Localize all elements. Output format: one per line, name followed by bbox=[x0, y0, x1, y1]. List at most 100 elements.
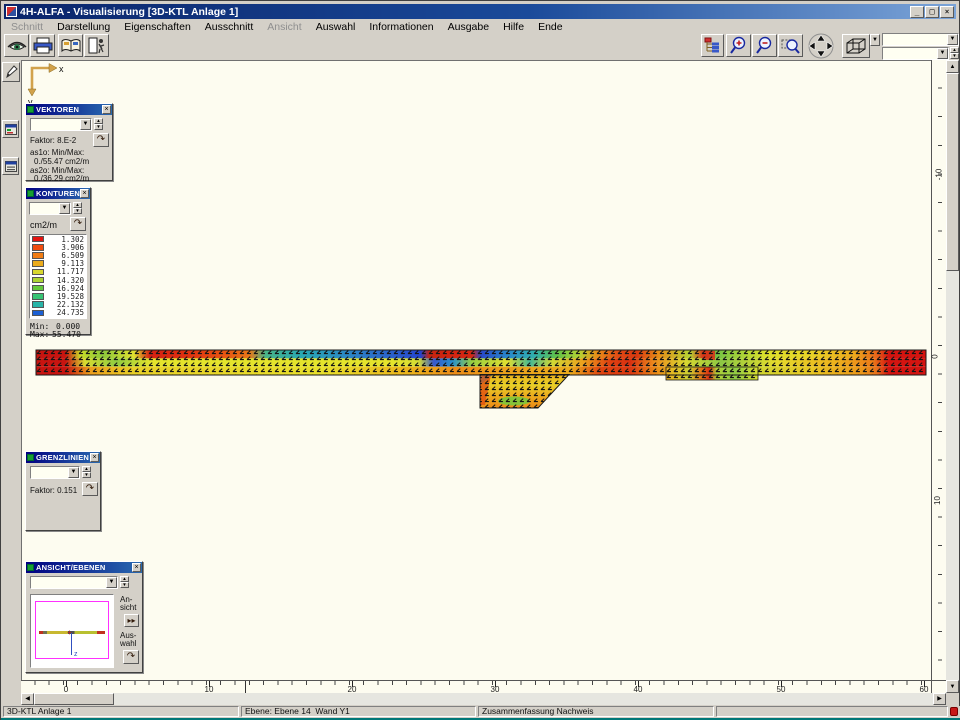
menu-ausschnitt[interactable]: Ausschnitt bbox=[198, 21, 260, 33]
grenzlinien-spinner[interactable]: ▲▼ bbox=[82, 466, 91, 479]
horizontal-ruler: 0 10 20 30 40 50 60 bbox=[21, 680, 931, 693]
window-title: 4H-ALFA - Visualisierung [3D-KTL Anlage … bbox=[20, 6, 238, 18]
legend-chip bbox=[32, 310, 44, 317]
spin-down-icon[interactable]: ▼ bbox=[950, 53, 959, 59]
scroll-right-icon[interactable]: ▶ bbox=[933, 693, 946, 705]
view-button[interactable] bbox=[4, 34, 29, 57]
vertical-scroll-thumb[interactable] bbox=[946, 73, 959, 271]
pan-control[interactable] bbox=[805, 33, 837, 59]
menu-darstellung[interactable]: Darstellung bbox=[50, 21, 117, 33]
zoom-out-button[interactable] bbox=[752, 34, 777, 57]
result-combobox[interactable]: Zusammenfassung ▼ bbox=[882, 47, 949, 60]
legend-chip bbox=[32, 285, 44, 292]
scroll-up-icon[interactable]: ▲ bbox=[946, 60, 959, 73]
ruler-label: 0 bbox=[931, 354, 940, 358]
ebene-spinner[interactable]: ▲▼ bbox=[120, 576, 129, 589]
design-combobox-value: 1: DIN 1045 Bemessung bbox=[900, 45, 959, 46]
auswahl-label: Aus- wahl bbox=[120, 632, 136, 648]
plane-preview[interactable]: + z bbox=[30, 594, 114, 668]
chevron-down-icon[interactable]: ▼ bbox=[59, 203, 70, 214]
horizontal-scrollbar[interactable]: ◀ ▶ bbox=[21, 693, 946, 705]
close-icon[interactable]: × bbox=[102, 105, 111, 114]
chevron-down-icon[interactable]: ▼ bbox=[80, 119, 91, 130]
chevron-down-icon[interactable]: ▼ bbox=[947, 34, 958, 45]
ruler-minor-ticks bbox=[938, 60, 942, 680]
menu-hilfe[interactable]: Hilfe bbox=[496, 21, 531, 33]
ruler-corner bbox=[931, 680, 946, 693]
spin-down-icon[interactable]: ▼ bbox=[94, 124, 103, 130]
draw-tool-button[interactable] bbox=[2, 62, 20, 82]
minimize-button[interactable]: _ bbox=[910, 6, 924, 18]
close-button[interactable]: × bbox=[940, 6, 954, 18]
menu-ende[interactable]: Ende bbox=[531, 21, 570, 33]
palette-icon bbox=[27, 190, 34, 197]
axis-indicator: x y bbox=[28, 64, 64, 108]
grenzlinien-titlebar[interactable]: GRENZLINIEN × bbox=[26, 452, 100, 463]
menu-eigenschaften[interactable]: Eigenschaften bbox=[117, 21, 198, 33]
mini-band bbox=[39, 631, 105, 634]
vektoren-spinner[interactable]: ▲▼ bbox=[94, 118, 103, 131]
palette-toggle-button-2[interactable] bbox=[2, 157, 19, 175]
exit-button[interactable] bbox=[84, 34, 109, 57]
help-book-button[interactable] bbox=[58, 34, 83, 57]
design-combobox[interactable]: 1: DIN 1045 Bemessung ▼ bbox=[882, 33, 959, 46]
horizontal-scroll-thumb[interactable] bbox=[34, 693, 114, 705]
vektoren-combobox[interactable]: as0 ▼ bbox=[30, 118, 92, 131]
vektoren-titlebar[interactable]: VEKTOREN × bbox=[26, 104, 112, 115]
grenzlinien-combobox[interactable]: <kein> ▼ bbox=[30, 466, 80, 479]
ruler-minor-ticks bbox=[21, 681, 931, 685]
close-icon[interactable]: × bbox=[80, 189, 89, 198]
vektoren-apply-button[interactable]: ↷ bbox=[93, 133, 109, 147]
grenzlinien-apply-button[interactable]: ↷ bbox=[82, 482, 98, 496]
status-ebene: Ebene: Ebene 14 Wand Y1 bbox=[241, 706, 476, 717]
konturen-unit-label: cm2/m bbox=[30, 220, 57, 230]
title-bar[interactable]: 4H-ALFA - Visualisierung [3D-KTL Anlage … bbox=[4, 4, 956, 19]
scroll-down-icon[interactable]: ▼ bbox=[946, 680, 959, 693]
scroll-left-icon[interactable]: ◀ bbox=[21, 693, 34, 705]
vektoren-faktor-label: Faktor: 8.E-2 bbox=[30, 136, 76, 145]
status-bar: 3D-KTL Anlage 1 Ebene: Ebene 14 Wand Y1 … bbox=[1, 706, 960, 718]
konturen-spinner[interactable]: ▲▼ bbox=[73, 202, 82, 215]
close-icon[interactable]: × bbox=[90, 453, 99, 462]
cube-3d-icon bbox=[845, 37, 867, 55]
chevron-down-icon[interactable]: ▼ bbox=[106, 577, 117, 588]
exit-door-icon bbox=[87, 37, 107, 54]
menu-ausgabe[interactable]: Ausgabe bbox=[441, 21, 496, 33]
vertical-scrollbar[interactable]: ▲ ▼ bbox=[946, 60, 959, 693]
close-icon[interactable]: × bbox=[132, 563, 141, 572]
spin-down-icon[interactable]: ▼ bbox=[82, 472, 91, 478]
view-3d-dropdown-arrow[interactable]: ▼ bbox=[870, 34, 880, 46]
konturen-title: KONTUREN bbox=[36, 189, 80, 198]
menu-informationen[interactable]: Informationen bbox=[362, 21, 440, 33]
print-button[interactable] bbox=[30, 34, 55, 57]
view-3d-button[interactable] bbox=[842, 34, 870, 58]
ansicht-ebenen-titlebar[interactable]: ANSICHT/EBENEN × bbox=[26, 562, 142, 573]
spin-down-icon[interactable]: ▼ bbox=[73, 208, 82, 214]
palette-toggle-button-1[interactable] bbox=[2, 120, 19, 138]
hierarchy-tree-icon bbox=[704, 37, 721, 54]
vektoren-palette: VEKTOREN × as0 ▼ ▲▼ Faktor: 8.E-2 ↷ as1o… bbox=[25, 103, 113, 181]
konturen-apply-button[interactable]: ↷ bbox=[70, 217, 86, 231]
result-spinner[interactable]: ▲ ▼ bbox=[950, 47, 959, 60]
palette-icon bbox=[27, 564, 34, 571]
tree-view-button[interactable] bbox=[701, 34, 724, 57]
konturen-max-value: 55.470 bbox=[52, 330, 81, 339]
grenzlinien-faktor-label: Faktor: 0.151 bbox=[30, 486, 77, 495]
legend-chip bbox=[32, 301, 44, 308]
zoom-window-button[interactable] bbox=[778, 34, 803, 57]
konturen-combobox[interactable]: as1o ▼ bbox=[29, 202, 71, 215]
chevron-down-icon[interactable]: ▼ bbox=[937, 48, 948, 59]
mini-window-icon bbox=[5, 124, 17, 135]
ansicht-button[interactable]: ▸▸ bbox=[124, 614, 139, 627]
menu-auswahl[interactable]: Auswahl bbox=[309, 21, 363, 33]
spin-down-icon[interactable]: ▼ bbox=[120, 582, 129, 588]
auswahl-apply-button[interactable]: ↷ bbox=[123, 650, 139, 664]
ebene-combobox[interactable]: Ebene 14 Wand Y1 ▼ bbox=[30, 576, 118, 589]
app-icon bbox=[6, 6, 17, 17]
zoom-in-button[interactable] bbox=[726, 34, 751, 57]
ebene-combobox-value: Ebene 14 Wand Y1 bbox=[48, 588, 118, 589]
legend-chip bbox=[32, 244, 44, 251]
konturen-titlebar[interactable]: KONTUREN × bbox=[26, 188, 90, 199]
chevron-down-icon[interactable]: ▼ bbox=[68, 467, 79, 478]
maximize-button[interactable]: □ bbox=[925, 6, 939, 18]
